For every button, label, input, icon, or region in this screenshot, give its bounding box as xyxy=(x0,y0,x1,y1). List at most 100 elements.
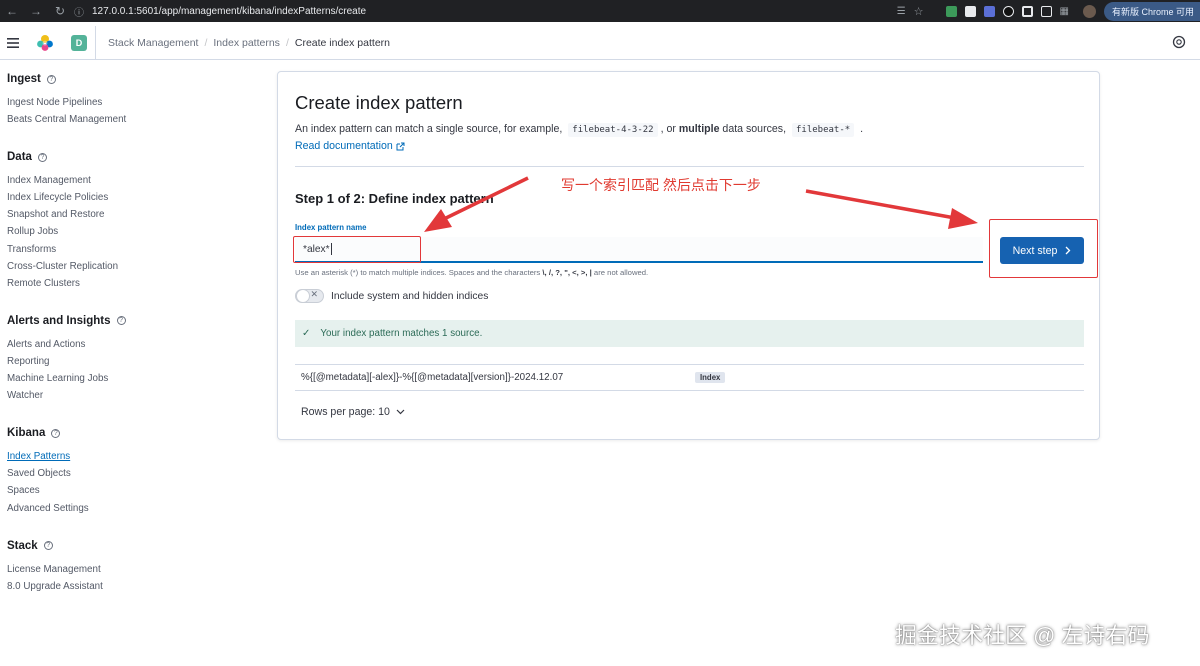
rows-per-page-label: Rows per page: 10 xyxy=(301,406,390,418)
help-icon: ? xyxy=(37,152,47,162)
hidden-indices-toggle-row: ✕ Include system and hidden indices xyxy=(295,289,488,303)
sidebar-item-upgrade-assistant[interactable]: 8.0 Upgrade Assistant xyxy=(7,578,257,595)
sidebar-item-index-management[interactable]: Index Management xyxy=(7,172,257,189)
extension-icon[interactable] xyxy=(1040,5,1052,17)
extensions-puzzle-icon[interactable]: ▦ xyxy=(1060,6,1069,17)
match-success-callout: ✓ Your index pattern matches 1 source. xyxy=(295,320,1084,347)
description-text: data sources, xyxy=(722,123,787,135)
highlight-box-next-button xyxy=(989,219,1098,278)
section-title: Data xyxy=(7,151,32,164)
include-hidden-indices-switch[interactable]: ✕ xyxy=(295,289,324,303)
site-info-icon[interactable]: ⓘ xyxy=(74,4,84,19)
bookmark-star-icon[interactable]: ☆ xyxy=(914,5,924,18)
help-icon: ? xyxy=(46,74,56,84)
breadcrumb-separator: / xyxy=(285,36,289,49)
description-text: , or xyxy=(660,123,676,135)
reload-icon[interactable]: ↻ xyxy=(48,4,72,18)
sidebar-item-spaces[interactable]: Spaces xyxy=(7,482,257,499)
annotation-text: 写一个索引匹配 然后点击下一步 xyxy=(561,177,761,193)
breadcrumb-current: Create index pattern xyxy=(294,36,391,49)
matched-source-name: %{[@metadata][-alex]}-%{[@metadata][vers… xyxy=(301,372,564,383)
link-label: Read documentation xyxy=(295,140,393,152)
sidebar-section-alerts-and-insights: Alerts and Insights? Alerts and Actions … xyxy=(7,314,257,404)
section-title: Ingest xyxy=(7,73,41,85)
index-pattern-name-label: Index pattern name xyxy=(295,223,367,232)
divider xyxy=(295,166,1084,167)
highlight-box-input xyxy=(293,236,421,263)
extension-icon[interactable] xyxy=(964,5,976,17)
forward-arrow-icon[interactable]: → xyxy=(24,4,48,18)
toggle-label: Include system and hidden indices xyxy=(331,290,489,302)
extension-icon[interactable] xyxy=(983,5,995,17)
sidebar-item-machine-learning-jobs[interactable]: Machine Learning Jobs xyxy=(7,370,257,387)
space-selector[interactable]: D xyxy=(71,34,87,51)
sidebar-item-alerts-and-actions[interactable]: Alerts and Actions xyxy=(7,336,257,353)
check-icon: ✓ xyxy=(302,328,311,339)
address-bar[interactable]: ⓘ 127.0.0.1:5601/app/management/kibana/i… xyxy=(74,2,366,20)
sidebar-item-snapshot-and-restore[interactable]: Snapshot and Restore xyxy=(7,206,257,223)
sidebar-item-ingest-node-pipelines[interactable]: Ingest Node Pipelines xyxy=(7,94,257,111)
sidebar-item-rollup-jobs[interactable]: Rollup Jobs xyxy=(7,223,257,240)
sidebar-section-ingest: Ingest? Ingest Node Pipelines Beats Cent… xyxy=(7,72,257,128)
sidebar-section-kibana: Kibana? Index Patterns Saved Objects Spa… xyxy=(7,426,257,516)
step-title: Step 1 of 2: Define index pattern xyxy=(295,191,494,206)
close-icon: ✕ xyxy=(310,289,318,299)
external-link-icon xyxy=(396,142,405,150)
label-text: Index pattern name xyxy=(295,223,367,232)
page-title: Create index pattern xyxy=(295,92,463,113)
example-multi-code: filebeat-* xyxy=(791,123,855,137)
sidebar-item-saved-objects[interactable]: Saved Objects xyxy=(7,465,257,482)
example-single-code: filebeat-4-3-22 xyxy=(568,123,658,137)
sidebar-section-stack: Stack? License Management 8.0 Upgrade As… xyxy=(7,539,257,595)
section-title: Alerts and Insights xyxy=(7,314,111,327)
breadcrumb: Stack Management / Index patterns / Crea… xyxy=(108,37,390,49)
breadcrumb-stack-management[interactable]: Stack Management xyxy=(108,37,198,49)
sidebar-item-index-lifecycle-policies[interactable]: Index Lifecycle Policies xyxy=(7,189,257,206)
profile-avatar[interactable] xyxy=(1082,4,1096,18)
kibana-header: D Stack Management / Index patterns / Cr… xyxy=(0,25,1200,60)
sidebar-item-reporting[interactable]: Reporting xyxy=(7,353,257,370)
description-text: An index pattern can match a single sour… xyxy=(295,123,563,135)
sidebar-item-remote-clusters[interactable]: Remote Clusters xyxy=(7,275,257,292)
back-arrow-icon[interactable]: ← xyxy=(0,4,24,18)
description-text: . xyxy=(860,123,864,135)
rows-per-page-button[interactable]: Rows per page: 10 xyxy=(301,406,405,418)
panel-description: An index pattern can match a single sour… xyxy=(295,123,864,137)
input-help-text: Use an asterisk (*) to match multiple in… xyxy=(295,268,648,277)
sidebar-item-cross-cluster-replication[interactable]: Cross-Cluster Replication xyxy=(7,258,257,275)
breadcrumb-separator: / xyxy=(204,36,208,49)
source-type-badge: Index xyxy=(695,372,726,383)
sidebar-item-license-management[interactable]: License Management xyxy=(7,561,257,578)
chevron-down-icon xyxy=(396,409,405,415)
table-row: %{[@metadata][-alex]}-%{[@metadata][vers… xyxy=(295,365,1084,391)
sidebar-item-index-patterns[interactable]: Index Patterns xyxy=(7,448,257,465)
help-icon: ? xyxy=(51,428,61,438)
extension-icon[interactable] xyxy=(945,5,957,17)
sidebar-item-watcher[interactable]: Watcher xyxy=(7,387,257,404)
sidebar-item-transforms[interactable]: Transforms xyxy=(7,241,257,258)
description-bold: multiple xyxy=(678,123,720,135)
read-documentation-link[interactable]: Read documentation xyxy=(295,140,405,152)
translate-icon[interactable]: ☰ xyxy=(897,6,906,17)
switch-knob xyxy=(296,289,310,303)
chrome-update-button[interactable]: 有新版 Chrome 可用 xyxy=(1103,1,1200,21)
sidebar-item-advanced-settings[interactable]: Advanced Settings xyxy=(7,500,257,517)
breadcrumb-index-patterns[interactable]: Index patterns xyxy=(213,37,280,49)
callout-text: Your index pattern matches 1 source. xyxy=(320,328,483,339)
browser-toolbar: ← → ↻ ⓘ 127.0.0.1:5601/app/management/ki… xyxy=(0,0,1200,22)
elastic-logo-icon[interactable] xyxy=(32,30,58,56)
help-icon: ? xyxy=(43,541,53,551)
management-sidebar: Ingest? Ingest Node Pipelines Beats Cent… xyxy=(7,72,257,595)
help-text: are not allowed. xyxy=(593,268,649,277)
help-menu-icon[interactable] xyxy=(1172,35,1186,49)
help-text: Use an asterisk (*) to match multiple in… xyxy=(295,268,541,277)
extension-icon[interactable] xyxy=(1002,5,1014,17)
help-chars: \, /, ?, ", <, >, | xyxy=(542,268,592,277)
url-text: 127.0.0.1:5601/app/management/kibana/ind… xyxy=(92,5,367,17)
menu-hamburger-icon[interactable] xyxy=(0,26,26,60)
extension-icon[interactable] xyxy=(1021,5,1033,17)
help-icon: ? xyxy=(116,316,126,326)
header-divider xyxy=(95,25,96,60)
sidebar-item-beats-central-management[interactable]: Beats Central Management xyxy=(7,111,257,128)
watermark: 掘金技术社区 @ 左诗右码 xyxy=(895,623,1150,648)
